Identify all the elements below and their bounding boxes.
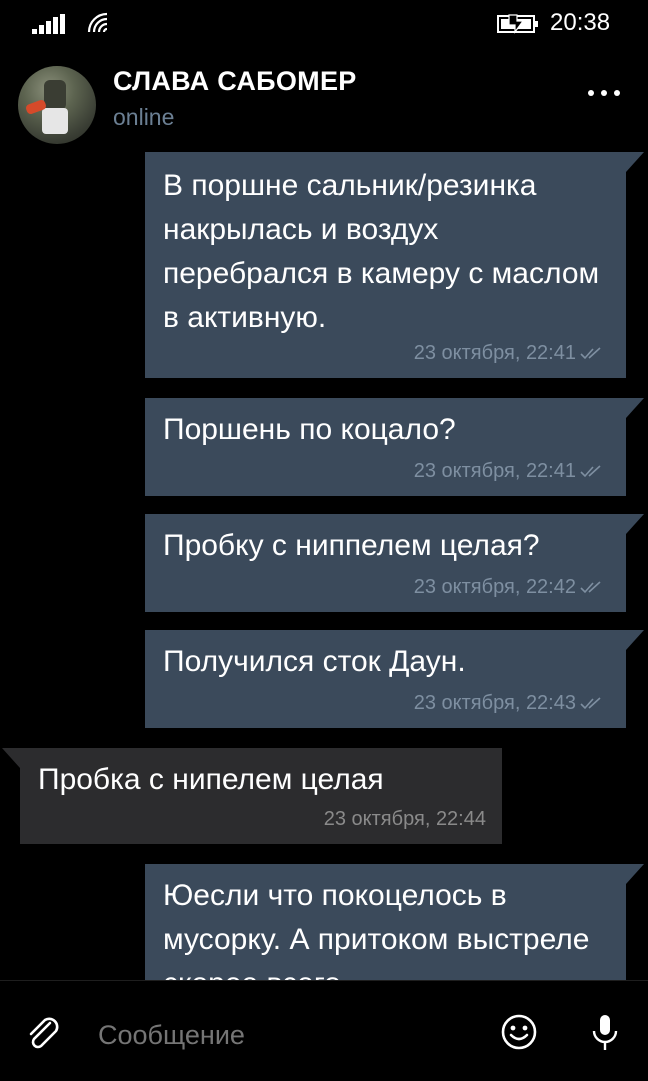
message-bubble-incoming[interactable]: Пробка с нипелем целая 23 октября, 22:44: [2, 748, 502, 844]
message-timestamp: 23 октября, 22:41: [413, 460, 576, 482]
microphone-icon[interactable]: [590, 1013, 620, 1053]
read-check-icon: [580, 465, 601, 478]
wifi-icon: [87, 12, 108, 33]
message-text: В поршне сальник/резинка накрылась и воз…: [163, 169, 600, 334]
signal-bars-icon: [32, 14, 72, 34]
battery-charging-icon: [497, 14, 538, 34]
paperclip-icon[interactable]: [24, 1015, 64, 1055]
message-input[interactable]: [98, 1015, 478, 1055]
message-text: Пробка с нипелем целая: [38, 763, 384, 796]
contact-status: online: [113, 104, 175, 130]
message-text: Юесли что покоцелось в мусорку. А приток…: [163, 879, 590, 980]
read-check-icon: [580, 347, 601, 360]
read-check-icon: [580, 697, 601, 710]
emoji-smile-icon[interactable]: [500, 1013, 538, 1051]
message-composer: [0, 980, 648, 1081]
message-bubble-outgoing[interactable]: Получился сток Даун. 23 октября, 22:43: [145, 630, 644, 728]
status-bar: 20:38: [0, 0, 648, 48]
clock: 20:38: [550, 9, 611, 36]
chat-header: СЛАВА САБОМЕР online: [0, 56, 648, 146]
message-timestamp: 23 октября, 22:44: [323, 808, 486, 830]
message-text: Поршень по коцало?: [163, 413, 456, 446]
message-timestamp: 23 октября, 22:41: [413, 342, 576, 364]
message-text: Пробку с ниппелем целая?: [163, 529, 540, 562]
message-bubble-outgoing[interactable]: В поршне сальник/резинка накрылась и воз…: [145, 152, 644, 378]
message-bubble-outgoing[interactable]: Юесли что покоцелось в мусорку. А приток…: [145, 864, 644, 980]
message-text: Получился сток Даун.: [163, 645, 466, 678]
contact-name[interactable]: СЛАВА САБОМЕР: [113, 66, 357, 97]
avatar[interactable]: [18, 66, 96, 144]
message-bubble-outgoing[interactable]: Пробку с ниппелем целая? 23 октября, 22:…: [145, 514, 644, 612]
message-timestamp: 23 октября, 22:43: [413, 692, 576, 714]
more-dots-icon[interactable]: [584, 84, 624, 104]
message-bubble-outgoing[interactable]: Поршень по коцало? 23 октября, 22:41: [145, 398, 644, 496]
message-list[interactable]: В поршне сальник/резинка накрылась и воз…: [0, 150, 648, 980]
message-timestamp: 23 октября, 22:42: [413, 576, 576, 598]
read-check-icon: [580, 581, 601, 594]
